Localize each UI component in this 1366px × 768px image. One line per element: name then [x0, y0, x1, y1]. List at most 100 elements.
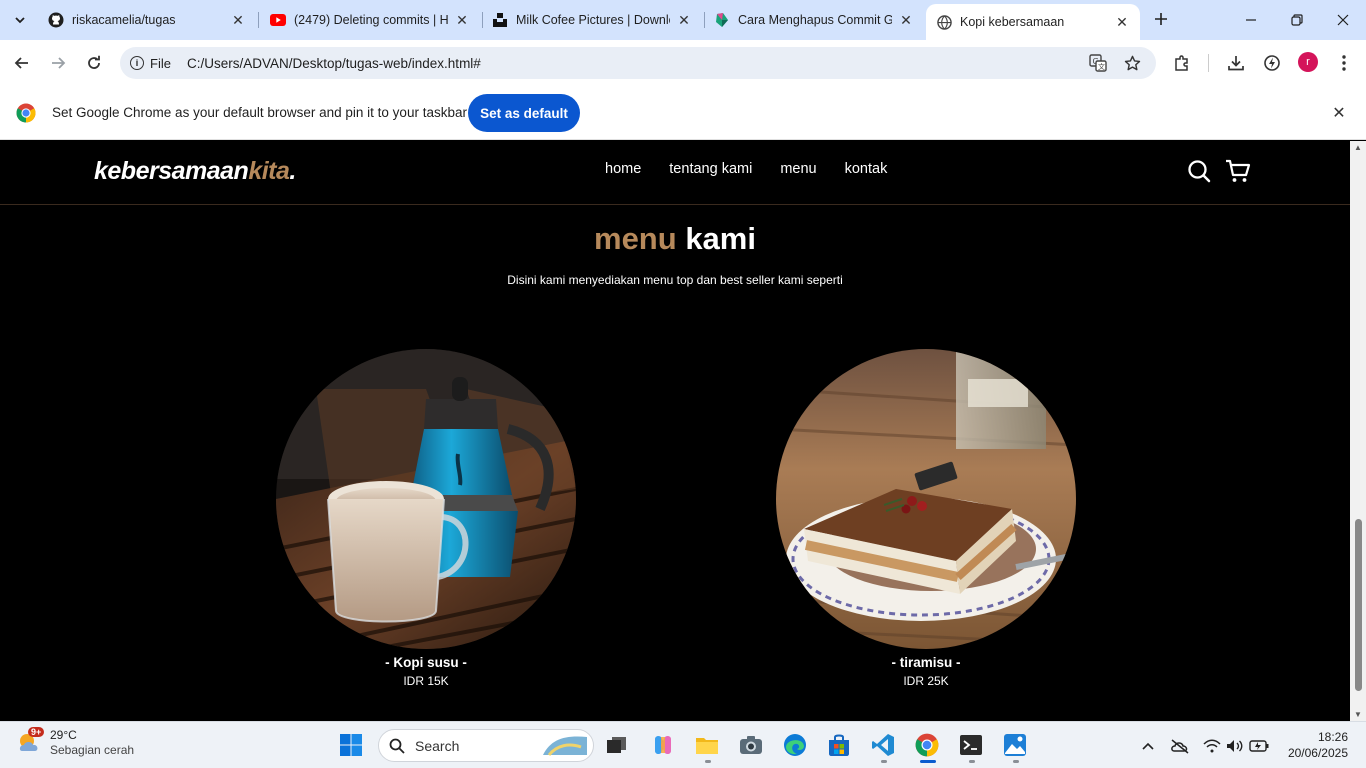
running-indicator	[1013, 760, 1019, 763]
scroll-up-icon[interactable]: ▲	[1354, 143, 1362, 152]
nav-link-tentang-kami[interactable]: tentang kami	[669, 161, 752, 177]
running-indicator	[881, 760, 887, 763]
windows-taskbar: 9+ 29°C Sebagian cerah Search 18:26 20/0…	[0, 721, 1366, 768]
scroll-down-icon[interactable]: ▼	[1354, 710, 1362, 719]
photos-icon[interactable]	[1000, 730, 1030, 760]
logo-accent: kita	[248, 157, 290, 185]
menu-item-image-kopi-susu	[276, 349, 576, 649]
section-description: Disini kami menyediakan menu top dan bes…	[507, 273, 843, 287]
close-icon[interactable]: ✕	[454, 12, 470, 28]
nav-link-menu[interactable]: menu	[780, 161, 816, 177]
arrow-right-icon	[52, 57, 66, 69]
taskbar-search-box[interactable]: Search	[378, 729, 594, 762]
browser-toolbar: i File C:/Users/ADVAN/Desktop/tugas-web/…	[0, 40, 1366, 86]
battery-icon[interactable]	[1249, 736, 1269, 756]
section-title: menu kami	[0, 221, 1350, 257]
tab-strip: riskacamelia/tugas ✕ (2479) Deleting com…	[0, 0, 1366, 40]
tab-gitkraken[interactable]: Cara Menghapus Commit Gi ✕	[704, 4, 924, 36]
restore-button[interactable]	[1274, 0, 1320, 40]
volume-icon[interactable]	[1225, 736, 1245, 756]
vscode-icon[interactable]	[868, 730, 898, 760]
microsoft-store-icon[interactable]	[824, 730, 854, 760]
weather-temp: 29°C	[50, 728, 77, 742]
tab-title: Cara Menghapus Commit Gi	[738, 13, 892, 27]
globe-icon	[936, 14, 952, 30]
menu-card[interactable]: - tiramisu - IDR 25K	[776, 349, 1076, 688]
scroll-thumb[interactable]	[1355, 519, 1362, 691]
url-text[interactable]: C:/Users/ADVAN/Desktop/tugas-web/index.h…	[187, 56, 481, 71]
address-bar[interactable]: i File C:/Users/ADVAN/Desktop/tugas-web/…	[120, 47, 1156, 79]
site-nav-links: home tentang kami menu kontak	[605, 161, 887, 177]
weather-desc: Sebagian cerah	[50, 743, 135, 757]
minimize-button[interactable]	[1228, 0, 1274, 40]
tab-youtube[interactable]: (2479) Deleting commits | Hu ✕	[260, 4, 480, 36]
tab-title: Milk Cofee Pictures | Downlo	[516, 13, 670, 27]
camera-icon[interactable]	[736, 730, 766, 760]
forward-button[interactable]	[44, 49, 72, 77]
gitkraken-icon	[714, 12, 730, 28]
plus-icon	[1155, 13, 1167, 25]
extensions-icon[interactable]	[1170, 51, 1194, 75]
new-tab-button[interactable]	[1150, 8, 1172, 30]
close-icon[interactable]: ✕	[1114, 14, 1130, 30]
terminal-icon[interactable]	[956, 730, 986, 760]
arrow-left-icon	[14, 57, 28, 69]
wifi-icon[interactable]	[1202, 736, 1222, 756]
nav-link-home[interactable]: home	[605, 161, 641, 177]
youtube-icon	[270, 12, 286, 28]
set-as-default-button[interactable]: Set as default	[468, 94, 580, 132]
tab-kopi-kebersamaan[interactable]: Kopi kebersamaan ✕	[926, 4, 1140, 40]
default-browser-infobar: Set Google Chrome as your default browse…	[0, 86, 1366, 140]
close-icon[interactable]: ✕	[1330, 104, 1348, 122]
running-indicator	[705, 760, 711, 763]
taskbar-clock[interactable]: 18:26 20/06/2025	[1280, 729, 1348, 761]
search-icon[interactable]	[1186, 158, 1212, 184]
close-icon	[1337, 14, 1349, 26]
star-icon[interactable]	[1122, 53, 1142, 73]
download-icon[interactable]	[1224, 51, 1248, 75]
translate-icon[interactable]: G文	[1088, 53, 1108, 73]
tab-unsplash[interactable]: Milk Cofee Pictures | Downlo ✕	[482, 4, 702, 36]
site-logo[interactable]: kebersamaankita.	[94, 157, 296, 186]
menu-item-name: - Kopi susu -	[385, 655, 467, 670]
close-icon[interactable]: ✕	[898, 12, 914, 28]
windows-start-icon[interactable]	[336, 730, 366, 760]
cart-icon[interactable]	[1225, 158, 1251, 184]
chevron-up-icon[interactable]	[1138, 736, 1158, 756]
github-icon	[48, 12, 64, 28]
menu-item-price: IDR 25K	[903, 674, 949, 688]
minimize-icon	[1246, 19, 1256, 21]
site-info-chip[interactable]: i File	[130, 56, 171, 71]
reload-button[interactable]	[80, 49, 108, 77]
file-explorer-icon[interactable]	[692, 730, 722, 760]
close-window-button[interactable]	[1320, 0, 1366, 40]
close-icon[interactable]: ✕	[676, 12, 692, 28]
running-indicator	[969, 760, 975, 763]
logo-main: kebersamaan	[94, 157, 249, 185]
copilot-icon[interactable]	[648, 730, 678, 760]
tab-search-button[interactable]	[6, 6, 34, 34]
menu-item-image-tiramisu	[776, 349, 1076, 649]
section-title-accent: menu	[594, 221, 677, 256]
edge-icon[interactable]	[780, 730, 810, 760]
menu-item-name: - tiramisu -	[891, 655, 961, 670]
onedrive-offline-icon[interactable]	[1170, 736, 1190, 756]
menu-card[interactable]: - Kopi susu - IDR 15K	[276, 349, 576, 688]
back-button[interactable]	[8, 49, 36, 77]
tab-divider	[258, 12, 259, 28]
profile-avatar[interactable]: r	[1298, 52, 1318, 72]
svg-text:文: 文	[1098, 62, 1105, 71]
page-scrollbar[interactable]: ▲ ▼	[1350, 141, 1366, 721]
weather-widget[interactable]: 9+ 29°C Sebagian cerah	[16, 727, 135, 758]
chrome-taskbar-icon[interactable]	[912, 730, 942, 760]
nav-link-kontak[interactable]: kontak	[845, 161, 888, 177]
search-highlight-icon	[543, 736, 587, 756]
performance-icon[interactable]	[1260, 51, 1284, 75]
toolbar-divider	[1208, 54, 1209, 72]
close-icon[interactable]: ✕	[230, 12, 246, 28]
task-view-icon[interactable]	[602, 730, 632, 760]
search-icon	[389, 738, 405, 754]
site-navbar: kebersamaankita. home tentang kami menu …	[0, 141, 1350, 205]
more-menu-icon[interactable]	[1332, 51, 1356, 75]
tab-github[interactable]: riskacamelia/tugas ✕	[38, 4, 256, 36]
